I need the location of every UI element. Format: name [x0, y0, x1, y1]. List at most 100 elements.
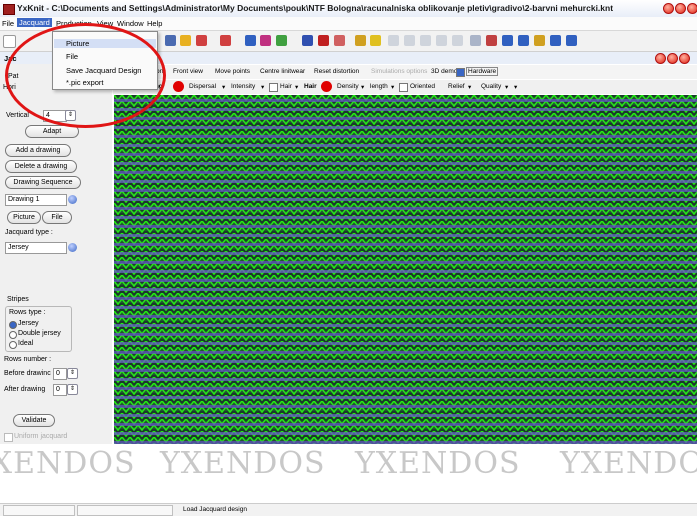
knit-stripe	[114, 117, 697, 120]
hardware-checkbox[interactable]	[456, 68, 465, 77]
dispersal-arrow-icon[interactable]: ▾	[222, 83, 225, 91]
add-drawing-button[interactable]: Add a drawing	[5, 144, 71, 157]
knit-stripe	[114, 126, 697, 129]
crop-icon[interactable]	[334, 35, 345, 46]
stripes-label: Stripes	[7, 296, 29, 303]
knit-stripe	[114, 243, 697, 246]
knit-simulation-canvas[interactable]	[114, 95, 697, 444]
view-tab-front[interactable]: Front view	[173, 68, 203, 75]
knit-stripe	[114, 144, 697, 147]
before-drawing-input[interactable]: 0	[53, 368, 67, 380]
tool-icon-4[interactable]	[436, 35, 447, 46]
radio-ideal[interactable]	[9, 341, 17, 349]
brush-icon[interactable]	[355, 35, 366, 46]
view-tab-move-points[interactable]: Move points	[215, 68, 250, 75]
knit-stripe	[114, 261, 697, 264]
window-icon-2[interactable]	[566, 35, 577, 46]
hair-color-swatch[interactable]	[321, 81, 332, 92]
tool-icon-2[interactable]	[404, 35, 415, 46]
knit-stripe	[114, 189, 697, 192]
view-tab-3d-demo[interactable]: 3D demo	[431, 68, 457, 75]
tool-icon-3[interactable]	[420, 35, 431, 46]
hair-dropdown[interactable]: Hair	[280, 83, 292, 90]
layer-icon-3[interactable]	[534, 35, 545, 46]
uniform-jacquard-checkbox[interactable]	[4, 433, 13, 442]
uniform-jacquard-label: Uniform jacquard	[14, 433, 68, 440]
color-icon[interactable]	[260, 35, 271, 46]
menu-file[interactable]: File	[2, 19, 14, 28]
validate-button[interactable]: Validate	[13, 414, 55, 427]
tool-icon-1[interactable]	[388, 35, 399, 46]
view-tab-reset-distortion[interactable]: Reset distortion	[314, 68, 359, 75]
radio-jersey[interactable]	[9, 321, 17, 329]
status-cell-1	[3, 505, 75, 516]
intensity-arrow-icon[interactable]: ▾	[261, 83, 264, 91]
light-icon[interactable]	[370, 35, 381, 46]
jacquard-type-select[interactable]: Jersey	[5, 242, 67, 254]
knit-stripe	[114, 297, 697, 300]
doc-minimize-button[interactable]	[655, 53, 666, 64]
logo-strip: YXENDOS YXENDOS YXENDOS YXENDOS	[0, 444, 697, 482]
picture-button[interactable]: Picture	[7, 211, 41, 224]
chart-icon[interactable]	[302, 35, 313, 46]
knit-pattern	[114, 95, 697, 444]
grid-icon[interactable]	[165, 35, 176, 46]
tool-icon-5[interactable]	[452, 35, 463, 46]
minimize-button[interactable]	[663, 3, 674, 14]
dispersal-dropdown[interactable]: Dispersal	[189, 83, 216, 90]
relief-dropdown[interactable]: Relief	[448, 83, 465, 90]
intensity-dropdown[interactable]: Intensity	[231, 83, 255, 90]
density-dropdown[interactable]: Density	[337, 83, 359, 90]
close-button[interactable]	[687, 3, 697, 14]
save-icon[interactable]	[245, 35, 256, 46]
after-drawing-label: After drawing	[4, 386, 46, 393]
menu-window[interactable]: Window	[117, 19, 144, 28]
window-icon-1[interactable]	[550, 35, 561, 46]
fill-icon[interactable]	[276, 35, 287, 46]
hair-checkbox[interactable]	[269, 83, 278, 92]
menu-help[interactable]: Help	[147, 19, 162, 28]
doc-maximize-button[interactable]	[667, 53, 678, 64]
delete-drawing-button[interactable]: Delete a drawing	[5, 160, 77, 173]
length-arrow-icon[interactable]: ▾	[391, 83, 394, 91]
knit-stripe	[114, 207, 697, 210]
text-icon[interactable]	[486, 35, 497, 46]
hair-arrow-icon[interactable]: ▾	[295, 83, 298, 91]
drawing-sequence-button[interactable]: Drawing Sequence	[5, 176, 81, 189]
simulation-controls: ✕ Scrapping Dispersal ▾ Intensity ▾ Hair…	[113, 80, 697, 94]
knit-stripe	[114, 333, 697, 336]
new-icon[interactable]	[3, 35, 16, 48]
drawing-select-arrow-icon[interactable]	[68, 195, 77, 204]
view-tab-centre-linitwear[interactable]: Centre linitwear	[260, 68, 305, 75]
knit-icon[interactable]	[318, 35, 329, 46]
scrapping-color-swatch[interactable]	[173, 81, 184, 92]
knit-stripe	[114, 198, 697, 201]
radio-jersey-label: Jersey	[18, 320, 39, 327]
pencil-icon[interactable]	[220, 35, 231, 46]
relief-arrow-icon[interactable]: ▾	[468, 83, 471, 91]
quality-dropdown[interactable]: Quality	[481, 83, 501, 90]
drawing-select[interactable]: Drawing 1	[5, 194, 67, 206]
logo-mark-1: YXENDOS	[0, 446, 136, 481]
file-button[interactable]: File	[42, 211, 72, 224]
knit-stripe	[114, 216, 697, 219]
doc-close-button[interactable]	[679, 53, 690, 64]
layer-icon-1[interactable]	[502, 35, 513, 46]
more-arrow-icon[interactable]: ▾	[514, 83, 517, 91]
maximize-button[interactable]	[675, 3, 686, 14]
after-drawing-input[interactable]: 0	[53, 384, 67, 396]
wand-icon[interactable]	[196, 35, 207, 46]
radio-double-jersey[interactable]	[9, 331, 17, 339]
quality-arrow-icon[interactable]: ▾	[505, 83, 508, 91]
oriented-checkbox[interactable]	[399, 83, 408, 92]
after-drawing-spinner[interactable]: ⇕	[67, 384, 78, 395]
layer-icon-2[interactable]	[518, 35, 529, 46]
length-dropdown[interactable]: length	[370, 83, 388, 90]
before-drawing-spinner[interactable]: ⇕	[67, 368, 78, 379]
menu-jacquard[interactable]: Jacquard	[17, 18, 52, 27]
pattern-icon[interactable]	[180, 35, 191, 46]
select-icon[interactable]	[470, 35, 481, 46]
density-arrow-icon[interactable]: ▾	[361, 83, 364, 91]
jacquard-type-label: Jacquard type :	[5, 229, 53, 236]
jacquard-type-arrow-icon[interactable]	[68, 243, 77, 252]
